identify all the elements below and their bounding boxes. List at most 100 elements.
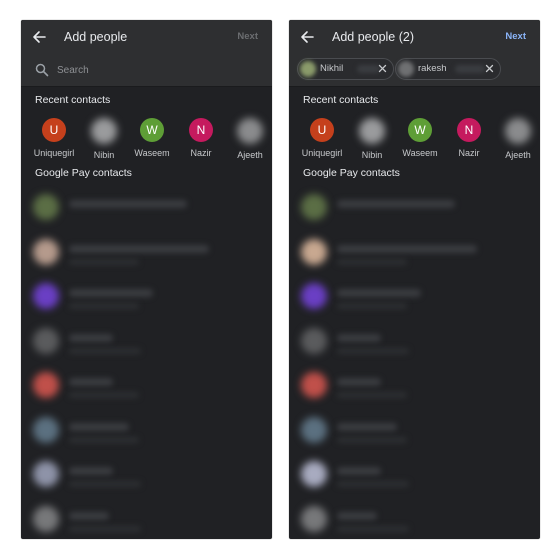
chip-surname-redacted [357,65,380,73]
contact-name-redacted [337,200,455,208]
contact-avatar [33,194,59,220]
contact-name-redacted [69,289,153,297]
selected-person-chip[interactable]: Nikhil [297,58,394,80]
page-title: Add people (2) [332,30,415,44]
contact-name-redacted [69,333,113,342]
contact-row[interactable] [289,277,540,321]
contact-name-redacted [69,200,187,208]
back-button[interactable] [30,28,48,46]
search-icon [35,63,49,77]
contact-row[interactable] [289,500,540,540]
recent-contact-name: Nibin [93,150,115,160]
contact-avatar [301,238,327,265]
recent-contact-name: Nibin [361,150,383,160]
avatar [237,118,263,144]
chip-name: rakesh [418,63,447,74]
avatar: W [140,118,164,142]
contact-name-redacted [337,511,377,520]
avatar: N [457,118,481,142]
add-people-screen: Add people Next Recent contacts U Uniqueg… [21,20,272,539]
contact-avatar [301,194,327,220]
contact-detail-redacted [337,303,407,309]
contact-avatar [33,461,59,487]
recent-contact[interactable]: W Waseem [127,118,177,158]
contact-detail-redacted [337,392,407,398]
contact-detail-redacted [69,525,141,532]
search-input[interactable] [57,62,237,78]
contact-row[interactable] [289,233,540,277]
recent-contact[interactable]: Ajeeth [493,118,540,160]
recent-contact[interactable]: N Nazir [176,118,226,158]
chip-surname-redacted [455,65,485,73]
contact-detail-redacted [337,481,409,487]
contact-row[interactable] [21,277,272,321]
contact-row[interactable] [21,366,272,410]
avatar: U [42,118,66,142]
contact-row[interactable] [21,233,272,277]
remove-chip-icon[interactable] [485,64,494,73]
avatar [505,118,531,144]
contact-name-redacted [69,467,113,475]
google-pay-contacts-heading: Google Pay contacts [303,167,400,179]
avatar [359,118,385,144]
contact-detail-redacted [337,525,409,532]
arrow-back-icon [33,31,46,43]
add-people-screen-selected: Add people (2) Next Nikhil rakesh Recent … [289,20,540,539]
back-button[interactable] [298,28,316,46]
contact-row[interactable] [289,455,540,499]
contact-name-redacted [69,511,109,520]
contact-row[interactable] [21,322,272,366]
recent-contact[interactable]: Ajeeth [225,118,272,160]
recent-contact[interactable]: Nibin [79,118,129,160]
recent-contacts-heading: Recent contacts [303,94,379,106]
selected-person-chip[interactable]: rakesh [395,58,501,80]
contact-name-redacted [337,289,421,297]
recent-contact[interactable]: U Uniquegirl [29,118,79,158]
contact-detail-redacted [337,258,407,265]
recent-contact[interactable]: U Uniquegirl [297,118,347,158]
recent-contact-name: Uniquegirl [33,148,75,158]
contact-avatar [33,238,59,265]
contact-detail-redacted [69,481,141,487]
remove-chip-icon[interactable] [378,64,387,73]
recent-contact[interactable]: W Waseem [395,118,445,158]
recent-contact-name: Waseem [134,148,170,158]
recent-contact-name: Nazir [458,148,480,158]
recent-contact[interactable]: Nibin [347,118,397,160]
chip-name: Nikhil [320,63,344,74]
app-header: Add people (2) Next Nikhil rakesh [289,20,540,87]
contact-row[interactable] [21,455,272,499]
contact-row[interactable] [289,188,540,232]
contact-row[interactable] [289,411,540,455]
contact-row[interactable] [21,411,272,455]
contact-name-redacted [337,467,381,475]
recent-contact-name: Nazir [190,148,212,158]
contact-detail-redacted [69,436,139,443]
chip-avatar [300,61,316,77]
contact-row[interactable] [21,500,272,540]
recent-contact-name: Waseem [402,148,438,158]
contact-avatar [301,372,327,398]
contact-row[interactable] [21,188,272,232]
app-header: Add people Next [21,20,272,87]
contact-detail-redacted [337,347,409,354]
contact-name-redacted [69,244,209,253]
contact-detail-redacted [69,303,139,309]
recent-contact[interactable]: N Nazir [444,118,494,158]
contact-avatar [301,505,327,532]
contact-name-redacted [337,422,397,431]
contact-row[interactable] [289,366,540,410]
contact-detail-redacted [69,347,141,354]
arrow-back-icon [301,31,314,43]
google-pay-contacts-heading: Google Pay contacts [35,167,132,179]
contact-detail-redacted [337,436,407,443]
contact-avatar [33,372,59,398]
next-button[interactable]: Next [505,31,526,42]
recent-contacts-row: U Uniquegirl Nibin W Waseem N Nazir Ajeeth [21,118,272,164]
contact-avatar [33,416,59,443]
recent-contacts-heading: Recent contacts [35,94,111,106]
next-button[interactable]: Next [237,31,258,42]
recent-contacts-row: U Uniquegirl Nibin W Waseem N Nazir Ajeeth [289,118,540,164]
contact-row[interactable] [289,322,540,366]
contact-avatar [301,461,327,487]
